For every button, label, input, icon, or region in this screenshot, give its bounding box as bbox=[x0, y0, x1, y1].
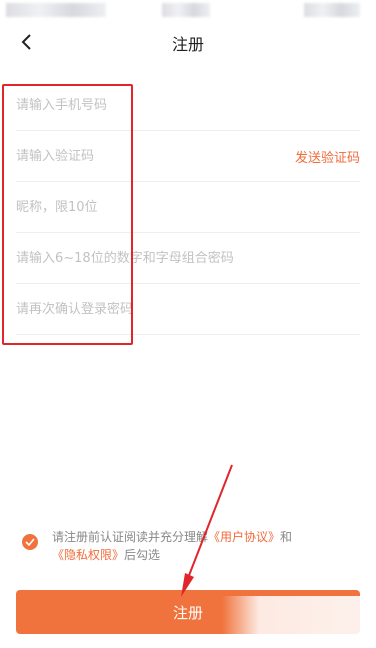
agreement-prefix: 请注册前认证阅读并充分理解 bbox=[52, 530, 209, 544]
privacy-link[interactable]: 《隐私权限》 bbox=[52, 548, 124, 562]
code-field-row: 发送验证码 bbox=[16, 131, 360, 182]
status-bar-blur-left bbox=[6, 3, 106, 17]
phone-input[interactable] bbox=[16, 80, 360, 130]
nickname-input[interactable] bbox=[16, 182, 360, 232]
agreement-suffix: 后勾选 bbox=[124, 548, 161, 562]
nickname-field-row bbox=[16, 182, 360, 233]
checkmark-icon bbox=[25, 538, 35, 546]
agreement-text: 请注册前认证阅读并充分理解《用户协议》和《隐私权限》后勾选 bbox=[52, 528, 362, 564]
password-field-row bbox=[16, 233, 360, 284]
nav-bar: 注册 bbox=[0, 22, 376, 62]
status-bar-blur-center bbox=[162, 3, 210, 17]
password-input[interactable] bbox=[16, 233, 360, 283]
status-bar bbox=[0, 0, 376, 22]
phone-field-row bbox=[16, 80, 360, 131]
agreement-and: 和 bbox=[280, 530, 293, 544]
confirm-password-input[interactable] bbox=[16, 284, 360, 334]
user-agreement-link[interactable]: 《用户协议》 bbox=[208, 530, 280, 544]
send-code-button[interactable]: 发送验证码 bbox=[294, 147, 360, 166]
register-button[interactable]: 注册 bbox=[16, 590, 360, 634]
confirm-password-field-row bbox=[16, 284, 360, 335]
register-form: 发送验证码 bbox=[16, 80, 360, 335]
page-title: 注册 bbox=[171, 35, 204, 54]
status-bar-blur-right bbox=[304, 3, 360, 17]
agreement-checkbox[interactable] bbox=[22, 534, 38, 550]
